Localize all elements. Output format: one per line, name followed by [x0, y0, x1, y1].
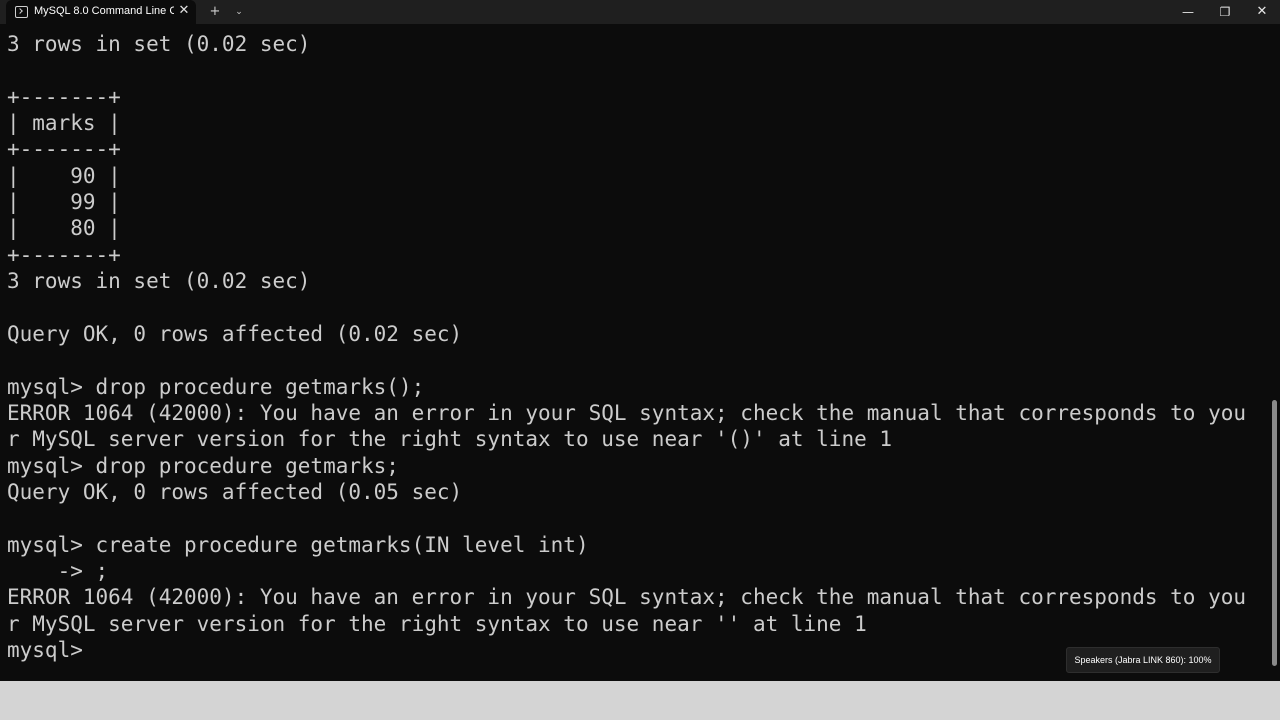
- terminal-line: mysql> create procedure getmarks(IN leve…: [7, 532, 589, 557]
- minimize-button[interactable]: —: [1170, 0, 1206, 24]
- taskbar-strip: [0, 681, 1280, 720]
- chevron-down-icon[interactable]: ⌄: [230, 3, 248, 21]
- terminal-line: ERROR 1064 (42000): You have an error in…: [7, 400, 1247, 425]
- terminal-line: r MySQL server version for the right syn…: [7, 427, 893, 452]
- tab-mysql-cli[interactable]: MySQL 8.0 Command Line Cli ✕: [6, 0, 196, 24]
- terminal-line: -> ;: [7, 559, 109, 583]
- terminal-line: 3 rows in set (0.02 sec): [7, 269, 311, 294]
- terminal-line: +-------+: [7, 84, 121, 109]
- terminal-line: ERROR 1064 (42000): You have an error in…: [7, 585, 1247, 610]
- terminal-line: mysql> drop procedure getmarks;: [7, 453, 399, 478]
- close-window-button[interactable]: ✕: [1244, 0, 1280, 24]
- terminal-line: mysql> drop procedure getmarks();: [7, 374, 425, 399]
- close-tab-icon[interactable]: ✕: [176, 3, 192, 19]
- terminal-line: r MySQL server version for the right syn…: [7, 611, 867, 636]
- terminal-line: Query OK, 0 rows affected (0.05 sec): [7, 479, 463, 504]
- terminal-line: | 80 |: [7, 216, 121, 241]
- tab-title: MySQL 8.0 Command Line Cli: [34, 5, 174, 17]
- terminal-line: | 99 |: [7, 190, 121, 215]
- terminal-line: | marks |: [7, 111, 121, 136]
- volume-tooltip: Speakers (Jabra LINK 860): 100%: [1066, 647, 1220, 673]
- terminal-line: 3 rows in set (0.02 sec): [7, 32, 311, 56]
- terminal-icon: [15, 6, 28, 18]
- terminal-line: +-------+: [7, 137, 121, 162]
- title-bar: MySQL 8.0 Command Line Cli ✕ + ⌄ — ❐ ✕: [0, 0, 1280, 24]
- terminal-window: MySQL 8.0 Command Line Cli ✕ + ⌄ — ❐ ✕ 3…: [0, 0, 1280, 681]
- terminal-line: +-------+: [7, 242, 121, 267]
- terminal-line: Query OK, 0 rows affected (0.02 sec): [7, 321, 463, 346]
- terminal-line: | 90 |: [7, 163, 121, 188]
- scrollbar-thumb[interactable]: [1272, 400, 1277, 666]
- maximize-button[interactable]: ❐: [1207, 0, 1243, 24]
- terminal-output[interactable]: 3 rows in set (0.02 sec) +-------+ | marks…: [0, 31, 1272, 681]
- new-tab-icon[interactable]: +: [206, 3, 224, 21]
